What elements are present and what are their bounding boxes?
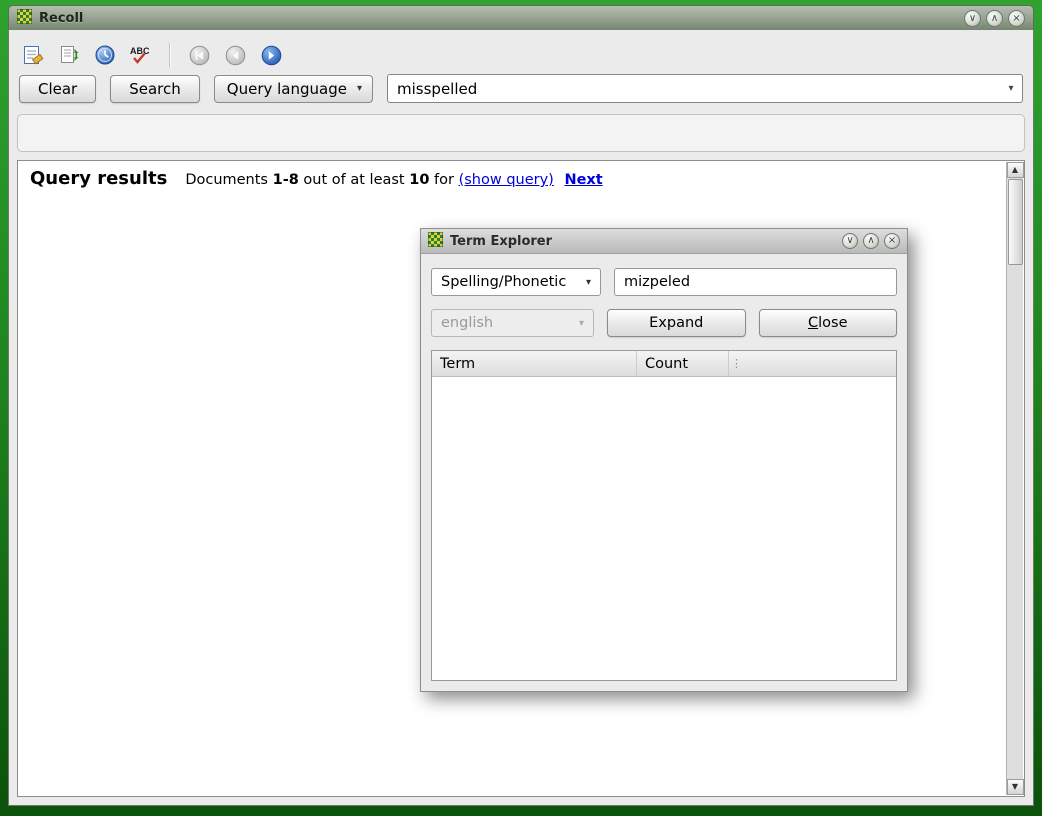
window-controls: ∨ ∧ ×	[964, 10, 1025, 27]
term-explorer-icon[interactable]: ABC	[127, 42, 155, 68]
search-input[interactable]	[388, 80, 1000, 98]
summary-total: 10	[409, 172, 429, 188]
toolbar: ABC	[9, 38, 1033, 72]
recoll-app-icon	[17, 9, 32, 28]
close-dialog-button[interactable]: Close	[759, 309, 898, 337]
term-explorer-body: Spelling/Phonetic ▾ english ▾ Expand Clo…	[421, 254, 907, 691]
dialog-shade-button[interactable]: ∨	[842, 233, 858, 249]
column-header-term[interactable]: Term	[432, 351, 637, 376]
recoll-app-icon	[428, 232, 443, 251]
summary-of-label: out of at least	[303, 172, 404, 188]
clear-button[interactable]: Clear	[19, 75, 96, 103]
show-query-link[interactable]: (show query)	[459, 172, 554, 188]
query-language-dropdown[interactable]: Query language ▾	[214, 75, 373, 103]
chevron-down-icon: ▾	[357, 83, 362, 94]
scroll-up-button[interactable]: ▲	[1007, 162, 1024, 178]
scrollbar-thumb[interactable]	[1008, 179, 1023, 265]
first-page-icon	[185, 42, 213, 68]
summary-for-label: for	[434, 172, 454, 188]
chevron-down-icon: ▾	[579, 318, 584, 329]
term-explorer-dialog: Term Explorer ∨ ∧ × Spelling/Phonetic ▾ …	[420, 228, 908, 692]
results-summary: Documents 1-8 out of at least 10 for (sh…	[185, 172, 602, 188]
dialog-window-controls: ∨ ∧ ×	[842, 233, 900, 249]
query-language-label: Query language	[227, 80, 347, 98]
results-header: Query results Documents 1-8 out of at le…	[30, 168, 1000, 189]
dialog-close-button[interactable]: ×	[884, 233, 900, 249]
expansion-mode-dropdown[interactable]: Spelling/Phonetic ▾	[431, 268, 601, 296]
svg-text:ABC: ABC	[130, 46, 150, 56]
chevron-down-icon: ▾	[586, 277, 591, 288]
term-explorer-title: Term Explorer	[450, 234, 552, 249]
search-history-chevron-icon[interactable]: ▾	[1000, 83, 1022, 94]
results-scrollbar[interactable]: ▲ ▼	[1006, 162, 1023, 795]
summary-range: 1-8	[273, 172, 299, 188]
close-label-rest: lose	[818, 315, 847, 331]
save-query-icon[interactable]	[55, 42, 83, 68]
scroll-down-button[interactable]: ▼	[1007, 779, 1024, 795]
term-input[interactable]	[614, 268, 897, 296]
language-value: english	[441, 315, 493, 331]
results-title: Query results	[30, 168, 167, 189]
next-page-link[interactable]: Next	[564, 172, 602, 188]
close-window-button[interactable]: ×	[1008, 10, 1025, 27]
close-accelerator: C	[808, 315, 818, 331]
expansion-mode-value: Spelling/Phonetic	[441, 274, 566, 290]
summary-docs-label: Documents	[185, 172, 268, 188]
term-explorer-titlebar[interactable]: Term Explorer ∨ ∧ ×	[421, 229, 907, 254]
next-page-icon[interactable]	[257, 42, 285, 68]
maximize-button[interactable]: ∧	[986, 10, 1003, 27]
search-entry-combo: ▾	[387, 74, 1023, 103]
toolbar-separator	[169, 43, 171, 67]
main-titlebar[interactable]: Recoll ∨ ∧ ×	[8, 5, 1034, 30]
query-history-icon[interactable]	[91, 42, 119, 68]
previous-page-icon	[221, 42, 249, 68]
category-filter-bar	[17, 114, 1025, 152]
term-actions-row: english ▾ Expand Close	[431, 309, 897, 337]
window-title: Recoll	[39, 11, 83, 26]
term-input-row: Spelling/Phonetic ▾	[431, 268, 897, 296]
menubar	[9, 30, 1033, 38]
header-grip-icon: ⋮	[731, 351, 742, 376]
search-button[interactable]: Search	[110, 75, 200, 103]
shade-button[interactable]: ∨	[964, 10, 981, 27]
term-table-header: Term Count ⋮	[432, 351, 896, 377]
column-header-count[interactable]: Count	[637, 351, 729, 376]
expand-button[interactable]: Expand	[607, 309, 746, 337]
term-results-table: Term Count ⋮	[431, 350, 897, 681]
dialog-maximize-button[interactable]: ∧	[863, 233, 879, 249]
language-dropdown: english ▾	[431, 309, 594, 337]
search-row: Clear Search Query language ▾ ▾	[9, 72, 1033, 112]
clear-search-icon[interactable]	[19, 42, 47, 68]
